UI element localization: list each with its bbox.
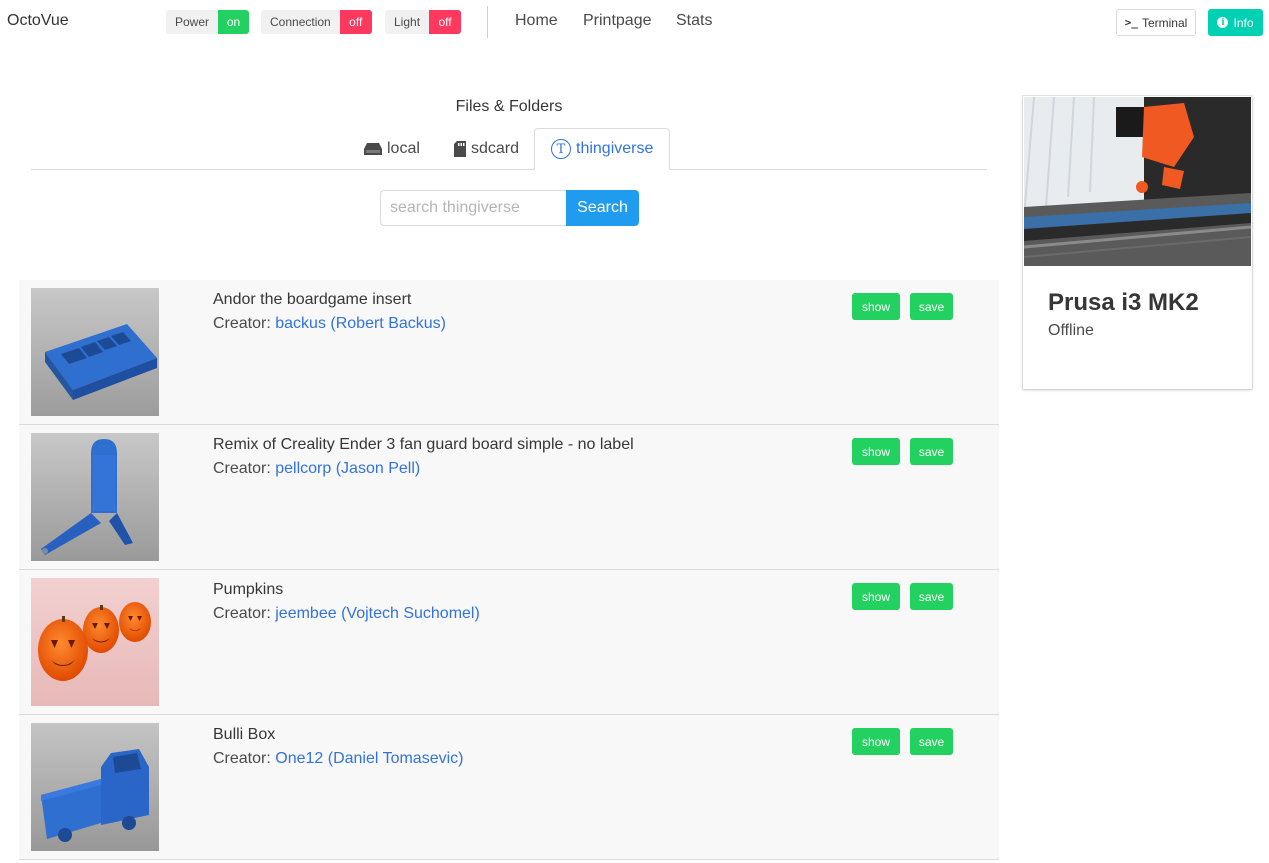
creator-link[interactable]: One12 (Daniel Tomasevic) bbox=[275, 750, 463, 767]
connection-toggle[interactable]: Connection off bbox=[261, 10, 372, 34]
printer-status: Offline bbox=[1048, 322, 1094, 339]
tab-thingiverse[interactable]: T thingiverse bbox=[534, 128, 671, 170]
terminal-button[interactable]: >_ Terminal bbox=[1116, 9, 1196, 36]
nav-divider bbox=[487, 6, 488, 38]
tab-local[interactable]: local bbox=[364, 128, 420, 170]
tab-sdcard-label: sdcard bbox=[471, 140, 520, 157]
connection-state[interactable]: off bbox=[339, 10, 372, 34]
search-input[interactable] bbox=[380, 190, 567, 226]
save-button[interactable]: save bbox=[910, 293, 953, 320]
power-state[interactable]: on bbox=[218, 10, 250, 34]
info-icon: i bbox=[1217, 17, 1229, 28]
list-item: Pumpkins Creator: jeembee (Vojtech Sucho… bbox=[19, 570, 999, 715]
power-label: Power bbox=[166, 10, 219, 34]
item-creator: Creator: pellcorp (Jason Pell) bbox=[213, 460, 420, 478]
thumbnail-image[interactable] bbox=[31, 723, 159, 851]
nav-stats[interactable]: Stats bbox=[676, 12, 712, 30]
thumbnail-image[interactable] bbox=[31, 578, 159, 706]
connection-label: Connection bbox=[261, 10, 340, 34]
brand-logo[interactable]: OctoVue bbox=[7, 12, 69, 30]
files-title: Files & Folders bbox=[455, 98, 563, 115]
hard-drive-icon bbox=[364, 143, 382, 155]
item-creator: Creator: backus (Robert Backus) bbox=[213, 315, 446, 333]
item-title: Remix of Creality Ender 3 fan guard boar… bbox=[213, 436, 634, 453]
list-item: Bulli Box Creator: One12 (Daniel Tomasev… bbox=[19, 715, 999, 860]
thumbnail-image[interactable] bbox=[31, 288, 159, 416]
thumbnail-image[interactable] bbox=[31, 433, 159, 561]
nav-printpage[interactable]: Printpage bbox=[583, 12, 652, 30]
save-button[interactable]: save bbox=[910, 728, 953, 755]
creator-label: Creator: bbox=[213, 750, 271, 767]
sd-card-icon bbox=[454, 141, 466, 157]
search-button[interactable]: Search bbox=[566, 190, 639, 226]
creator-label: Creator: bbox=[213, 605, 271, 622]
webcam-image[interactable] bbox=[1024, 97, 1251, 266]
creator-link[interactable]: jeembee (Vojtech Suchomel) bbox=[275, 605, 480, 622]
thingiverse-icon: T bbox=[551, 139, 571, 159]
list-item: Remix of Creality Ender 3 fan guard boar… bbox=[19, 425, 999, 570]
tab-thingiverse-label: thingiverse bbox=[576, 140, 654, 157]
creator-link[interactable]: pellcorp (Jason Pell) bbox=[275, 460, 420, 477]
info-button[interactable]: i Info bbox=[1208, 9, 1263, 36]
show-button[interactable]: show bbox=[852, 293, 900, 320]
tab-local-label: local bbox=[387, 140, 420, 157]
light-label: Light bbox=[385, 10, 430, 34]
printer-card: Prusa i3 MK2 Offline bbox=[1023, 96, 1252, 389]
item-title: Andor the boardgame insert bbox=[213, 291, 412, 308]
item-creator: Creator: jeembee (Vojtech Suchomel) bbox=[213, 605, 480, 623]
light-toggle[interactable]: Light off bbox=[385, 10, 462, 34]
show-button[interactable]: show bbox=[852, 438, 900, 465]
printer-name: Prusa i3 MK2 bbox=[1048, 289, 1199, 316]
creator-label: Creator: bbox=[213, 315, 271, 332]
creator-link[interactable]: backus (Robert Backus) bbox=[275, 315, 446, 332]
light-state[interactable]: off bbox=[429, 10, 462, 34]
tab-sdcard[interactable]: sdcard bbox=[454, 128, 519, 170]
nav-home[interactable]: Home bbox=[515, 12, 558, 30]
list-item: Andor the boardgame insert Creator: back… bbox=[19, 280, 999, 425]
show-button[interactable]: show bbox=[852, 583, 900, 610]
power-toggle[interactable]: Power on bbox=[166, 10, 250, 34]
item-title: Pumpkins bbox=[213, 581, 284, 598]
item-creator: Creator: One12 (Daniel Tomasevic) bbox=[213, 750, 463, 768]
save-button[interactable]: save bbox=[910, 438, 953, 465]
terminal-icon: >_ bbox=[1124, 16, 1138, 29]
creator-label: Creator: bbox=[213, 460, 271, 477]
info-label: Info bbox=[1233, 15, 1254, 30]
item-title: Bulli Box bbox=[213, 726, 276, 743]
terminal-label: Terminal bbox=[1141, 15, 1188, 30]
navbar: OctoVue Power on Connection off Light of… bbox=[0, 0, 1269, 44]
save-button[interactable]: save bbox=[910, 583, 953, 610]
show-button[interactable]: show bbox=[852, 728, 900, 755]
